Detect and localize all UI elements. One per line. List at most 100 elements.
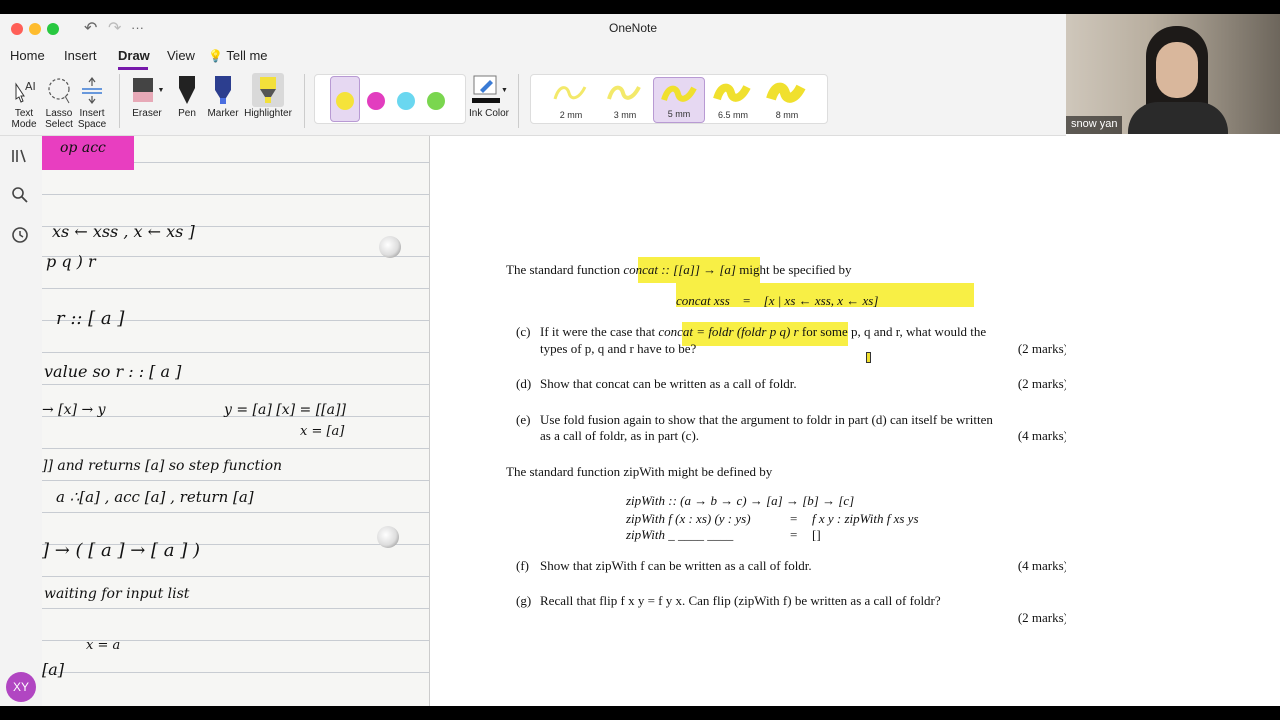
search-icon[interactable] — [11, 186, 29, 209]
stroke-preview-icon — [553, 86, 587, 100]
highlighter-button[interactable]: Highlighter — [242, 72, 294, 119]
text-cursor-icon — [866, 352, 871, 363]
handwriting-line: → [x] → y — [42, 402, 106, 418]
concat-def-rhs: [x | xs ← xss, x ← xs] — [763, 293, 879, 308]
thickness-option[interactable]: 3 mm — [599, 77, 651, 123]
tab-view[interactable]: View — [167, 48, 195, 63]
highlighter-icon — [242, 72, 294, 108]
question-g-label: (g) — [516, 593, 532, 608]
zipwith-case2-eq: = — [790, 527, 798, 542]
eraser-icon: ▼ — [128, 72, 166, 108]
participant-name: snow yan — [1066, 116, 1123, 134]
handwriting-line: y = [a] [x] = [[a]] — [224, 402, 346, 418]
ruled-line — [42, 512, 429, 513]
stroke-preview-icon — [607, 85, 641, 100]
tab-insert[interactable]: Insert — [64, 48, 97, 63]
question-c-marks: (2 marks) — [1017, 341, 1066, 356]
ribbon-tabs: Home Insert Draw View 💡 Tell me — [0, 42, 1066, 70]
chevron-down-icon[interactable]: ▼ — [158, 85, 165, 96]
lasso-select-label: Lasso Select — [45, 108, 73, 130]
lightbulb-icon: 💡 — [208, 49, 223, 63]
thickness-option[interactable]: 6.5 mm — [707, 77, 759, 123]
marker-label: Marker — [207, 108, 239, 119]
onenote-window: ↶ ↷ ··· OneNote Home Insert Draw View 💡 … — [0, 14, 1066, 706]
thickness-label: 3 mm — [613, 110, 637, 120]
tab-home[interactable]: Home — [10, 48, 45, 63]
text-mode-button[interactable]: AI Text Mode — [6, 72, 42, 130]
question-e-label: (e) — [516, 412, 531, 427]
thickness-label: 8 mm — [775, 110, 799, 120]
cyan-pen-swatch[interactable] — [397, 92, 415, 110]
eraser-button[interactable]: ▼ Eraser — [128, 72, 166, 119]
screen-bottom-border — [0, 706, 1280, 720]
handwriting-line: waiting for input list — [44, 586, 190, 602]
avatar[interactable]: XY — [6, 672, 36, 702]
tab-tell-me[interactable]: 💡 Tell me — [208, 48, 268, 63]
zipwith-case2-rhs: [] — [812, 527, 821, 542]
tell-me-label: Tell me — [226, 48, 268, 63]
ribbon-divider — [304, 74, 305, 128]
svg-text:AI: AI — [25, 80, 36, 93]
eraser-label: Eraser — [132, 108, 162, 119]
concat-def-lhs: concat xss — [676, 293, 730, 308]
handwriting-line: x = a — [86, 638, 121, 653]
ruled-line — [42, 352, 429, 353]
screen-top-border — [0, 0, 1280, 14]
ink-color-button[interactable]: ▼ Ink Color — [468, 72, 510, 119]
tab-draw[interactable]: Draw — [118, 48, 150, 63]
thickness-option[interactable]: 2 mm — [545, 77, 597, 123]
handwriting-line: x = [a] — [300, 424, 345, 439]
ruled-line — [42, 448, 429, 449]
insert-space-label: Insert Space — [77, 108, 107, 130]
question-e-marks: (4 marks) — [1017, 428, 1066, 443]
marker-button[interactable]: Marker — [204, 72, 242, 119]
zipwith-case1-rhs: f x y : zipWith f xs ys — [812, 511, 919, 526]
participant-video-tile[interactable]: snow yan — [1066, 14, 1280, 134]
marker-icon — [204, 72, 242, 108]
concat-definition: concat xss = [x | xs ← xss, x ← xs] — [676, 293, 878, 309]
ruled-line — [42, 480, 429, 481]
title-bar: ↶ ↷ ··· OneNote — [0, 14, 1066, 42]
insert-space-button[interactable]: Insert Space — [76, 72, 108, 130]
ink-color-label: Ink Color — [468, 108, 509, 119]
question-e-line1: Use fold fusion again to show that the a… — [540, 412, 993, 427]
c-text: for some p, q and r, what would the — [801, 324, 987, 339]
question-d-marks: (2 marks) — [1017, 376, 1066, 391]
app-title: OneNote — [608, 21, 658, 35]
handwriting-line: op acc — [60, 140, 106, 156]
lasso-select-button[interactable]: Lasso Select — [42, 72, 76, 130]
pink-pen-swatch[interactable] — [367, 92, 385, 110]
thickness-label: 2 mm — [559, 110, 583, 120]
handwriting-line: ]] and returns [a] so step function — [42, 458, 283, 474]
zipwith-signature: zipWith :: (a → b → c) → [a] → [b] → [c] — [626, 493, 855, 508]
thickness-option-selected[interactable]: 5 mm — [653, 77, 705, 123]
notebooks-icon[interactable] — [11, 148, 29, 169]
intro-tail: might be specified by — [739, 262, 852, 277]
pen-presets-gallery — [314, 74, 466, 124]
pen-button[interactable]: Pen — [172, 72, 202, 119]
handwriting-line: a ∴[a] , acc [a] , return [a] — [56, 488, 254, 506]
handwritten-notes-image: op acc xs ← xss , x ← xs ] p q ) r r :: … — [42, 136, 430, 706]
ribbon-divider — [119, 74, 120, 128]
navigation-rail: XY — [0, 136, 42, 706]
zipwith-case1-lhs: zipWith f (x : xs) (y : ys) — [626, 511, 751, 526]
green-pen-swatch[interactable] — [427, 92, 445, 110]
pen-icon — [172, 72, 202, 108]
exam-paper-page: The standard function concat :: [[a]] → … — [430, 136, 1066, 706]
handwriting-line: xs ← xss , x ← xs ] — [52, 222, 195, 241]
text-cursor-icon: AI — [6, 72, 42, 108]
yellow-pen-swatch[interactable] — [336, 92, 354, 110]
chevron-down-icon[interactable]: ▼ — [501, 85, 508, 96]
ruled-line — [42, 194, 429, 195]
stroke-preview-icon — [766, 82, 806, 103]
question-c-label: (c) — [516, 324, 531, 339]
ruled-line — [42, 672, 429, 673]
draw-ribbon: AI Text Mode Lasso Select Insert Space ▼… — [0, 70, 1066, 136]
stroke-preview-icon — [713, 83, 751, 102]
concat-def-eq: = — [743, 293, 751, 308]
thickness-option[interactable]: 8 mm — [761, 77, 813, 123]
recent-clock-icon[interactable] — [11, 226, 29, 249]
ruled-line — [42, 384, 429, 385]
insert-space-icon — [76, 72, 108, 108]
text-mode-label: Text Mode — [11, 108, 37, 130]
